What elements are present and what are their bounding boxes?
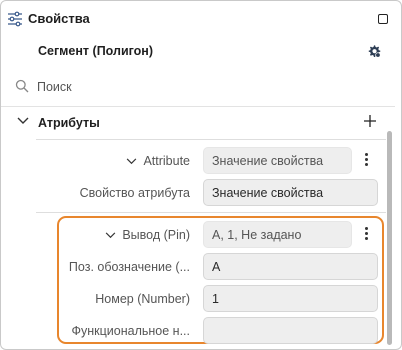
maximize-icon[interactable] [378,14,388,24]
section-title: Атрибуты [38,116,100,130]
object-title: Сегмент (Полигон) [38,44,154,58]
chevron-down-icon[interactable] [126,158,137,165]
attribute-property-label: Свойство атрибута [79,186,190,200]
chevron-down-icon[interactable] [17,117,29,125]
section-divider [36,139,386,140]
attribute-property-field[interactable]: Значение свойства [203,179,378,206]
add-attribute-icon[interactable] [363,114,377,128]
function-field[interactable] [203,317,378,344]
pin-label[interactable]: Вывод (Pin) [105,228,190,242]
panel-header: Свойства [1,1,401,37]
row-divider [36,212,386,213]
attribute-value-field[interactable]: Значение свойства [203,147,352,174]
scrollbar-thumb[interactable] [387,131,392,345]
pin-row: Вывод (Pin) A, 1, Не задано [1,221,395,249]
function-label: Функциональное н... [71,324,190,338]
number-row: Номер (Number) 1 [1,285,395,313]
attribute-property-row: Свойство атрибута Значение свойства [1,179,395,207]
function-row: Функциональное н... [1,317,395,345]
search-icon [15,79,29,93]
designator-label: Поз. обозначение (... [68,260,190,274]
properties-panel: Свойства Сегмент (Полигон) Атрибуты At [0,0,402,350]
panel-title: Свойства [28,11,90,26]
number-field[interactable]: 1 [203,285,378,312]
designator-row: Поз. обозначение (... A [1,253,395,281]
more-icon[interactable] [361,153,371,169]
search-bar [15,77,385,97]
gear-icon[interactable] [367,44,381,58]
search-input[interactable] [37,77,367,97]
designator-field[interactable]: A [203,253,378,280]
sliders-icon [8,11,22,27]
more-icon[interactable] [361,227,371,243]
chevron-down-icon[interactable] [105,232,116,239]
number-label: Номер (Number) [95,292,190,306]
section-attributes[interactable]: Атрибуты [17,115,387,133]
attribute-row: Attribute Значение свойства [1,147,395,175]
attribute-label[interactable]: Attribute [126,154,190,168]
header-divider [1,106,395,107]
pin-value-field[interactable]: A, 1, Не задано [203,221,352,248]
